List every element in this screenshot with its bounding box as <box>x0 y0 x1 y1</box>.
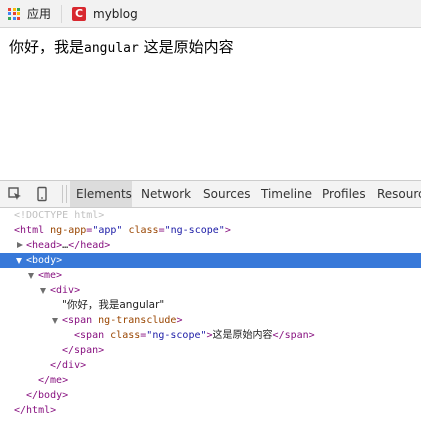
dom-line-html-close[interactable]: </html> <box>0 403 421 418</box>
body-open: <body> <box>26 255 63 266</box>
page-text-cn1: 你好，我是 <box>9 38 85 56</box>
dom-line-span-close[interactable]: </span> <box>0 343 421 358</box>
me-open: <me> <box>38 270 63 281</box>
bookmark-separator <box>61 4 63 23</box>
apps-grid-dot <box>17 12 20 15</box>
myblog-favicon-icon: C <box>72 6 87 21</box>
html-tag: html <box>20 225 45 236</box>
html-val-class: "ng-scope" <box>164 225 225 236</box>
tab-timeline[interactable]: Timeline <box>261 181 312 207</box>
apps-grid-dot <box>8 12 11 15</box>
dom-line-doctype[interactable]: <!DOCTYPE html> <box>0 208 421 223</box>
tab-sources[interactable]: Sources <box>203 181 250 207</box>
dom-line-body-close[interactable]: </body> <box>0 388 421 403</box>
dom-line-body-selected[interactable]: <body> <box>0 253 421 268</box>
apps-grid-dot <box>17 7 20 11</box>
tab-elements[interactable]: Elements <box>70 181 132 207</box>
collapse-arrow-icon[interactable] <box>52 318 58 324</box>
dom-line-span-transclude[interactable]: <span ng-transclude> <box>0 313 421 328</box>
myblog-bookmark[interactable]: C myblog <box>72 0 138 27</box>
head-close: </head> <box>68 240 111 251</box>
apps-grid-icon <box>8 7 20 20</box>
dom-line-div[interactable]: <div> <box>0 283 421 298</box>
me-close: </me> <box>38 375 69 386</box>
apps-grid-dot <box>12 7 16 11</box>
html-val-app: "app" <box>92 225 123 236</box>
doctype-text: <!DOCTYPE html> <box>14 210 105 221</box>
tab-resources[interactable]: Resources <box>377 181 421 207</box>
apps-bookmark[interactable]: 应用 <box>0 0 51 27</box>
toolbar-separator <box>66 185 67 203</box>
device-mode-icon[interactable] <box>34 186 50 202</box>
bookmarks-bar: 应用 C myblog <box>0 0 421 28</box>
div-open: <div> <box>50 285 81 296</box>
apps-grid-dot <box>12 16 16 20</box>
dom-line-text-node[interactable]: "你好，我是angular" <box>0 298 421 313</box>
inner-span-val-class: "ng-scope" <box>146 330 207 341</box>
inner-span-attr-class: class <box>110 330 141 341</box>
span-tag: span <box>68 315 93 326</box>
inner-span-tag: span <box>80 330 105 341</box>
devtools-panel: Elements Network Sources Timeline Profil… <box>0 180 421 444</box>
apps-grid-dot <box>8 7 11 11</box>
body-close: </body> <box>26 390 69 401</box>
apps-grid-dot <box>17 16 20 20</box>
page-content-text: 你好，我是angular 这是原始内容 <box>9 36 234 57</box>
collapse-arrow-icon[interactable] <box>16 258 22 264</box>
inspect-element-icon[interactable] <box>7 186 23 202</box>
collapse-arrow-icon[interactable] <box>40 288 46 294</box>
html-attr-class: class <box>128 225 159 236</box>
html-close: </html> <box>14 405 57 416</box>
dom-line-head[interactable]: <head>…</head> <box>0 238 421 253</box>
toolbar-separator <box>62 185 63 203</box>
head-open: <head> <box>26 240 63 251</box>
span-attr-transclude: ng-transclude <box>98 315 177 326</box>
dom-line-inner-span[interactable]: <span class="ng-scope">这是原始内容</span> <box>0 328 421 343</box>
dom-line-me-close[interactable]: </me> <box>0 373 421 388</box>
div-close: </div> <box>50 360 87 371</box>
tab-network[interactable]: Network <box>141 181 191 207</box>
tab-profiles[interactable]: Profiles <box>322 181 366 207</box>
dom-line-html[interactable]: <html ng-app="app" class="ng-scope"> <box>0 223 421 238</box>
collapse-arrow-icon[interactable] <box>28 273 34 279</box>
span-close: </span> <box>62 345 105 356</box>
apps-label: 应用 <box>27 7 52 21</box>
page-text-cn2: 这是原始内容 <box>138 38 234 56</box>
dom-line-me[interactable]: <me> <box>0 268 421 283</box>
expand-arrow-icon[interactable] <box>17 242 23 248</box>
page-text-en: angular <box>84 41 139 56</box>
myblog-label: myblog <box>93 6 138 21</box>
inner-span-close: </span> <box>272 330 315 341</box>
div-text-node: "你好，我是angular" <box>62 299 165 311</box>
html-attr-ngapp: ng-app <box>50 225 87 236</box>
apps-grid-dot <box>8 16 11 20</box>
apps-grid-dot <box>12 12 16 15</box>
devtools-toolbar: Elements Network Sources Timeline Profil… <box>0 180 421 208</box>
dom-line-div-close[interactable]: </div> <box>0 358 421 373</box>
inner-span-text: 这是原始内容 <box>212 330 273 341</box>
